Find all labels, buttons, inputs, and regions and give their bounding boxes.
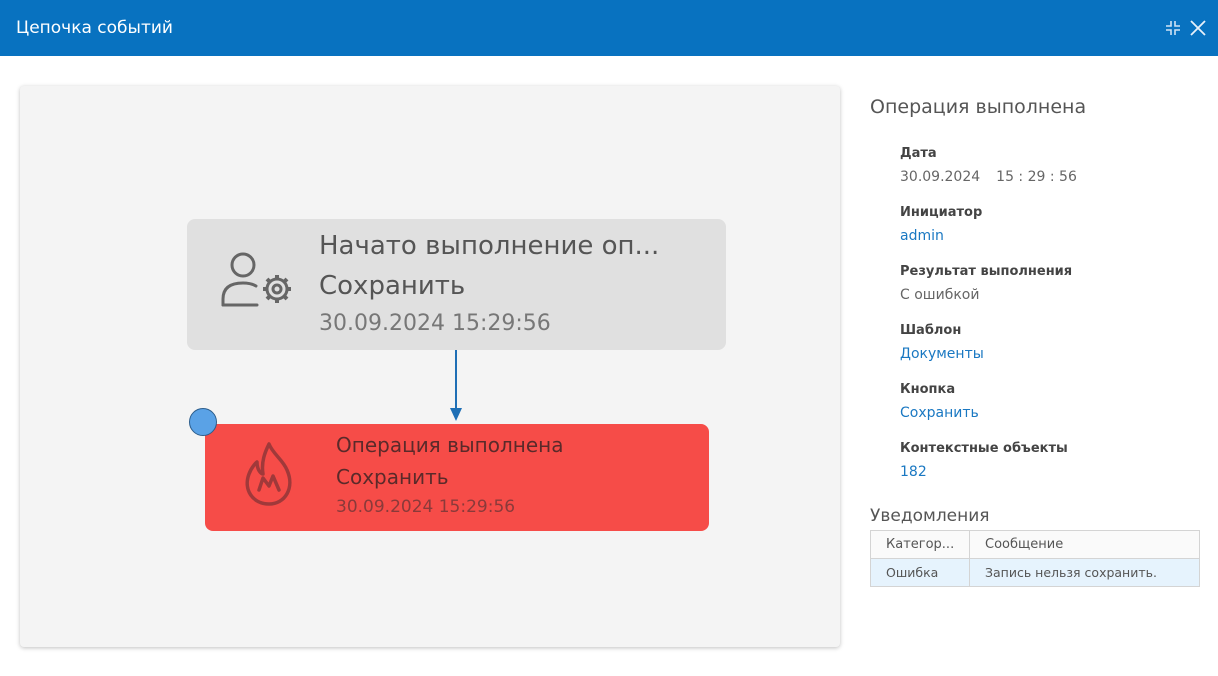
initiator-link[interactable]: admin (900, 228, 982, 244)
prop-label: Шаблон (900, 323, 962, 338)
collapse-icon[interactable] (1163, 18, 1183, 38)
window-titlebar: Цепочка событий (0, 0, 1218, 56)
column-header-category[interactable]: Категор... (870, 530, 970, 559)
prop-label: Инициатор (900, 205, 983, 220)
user-gear-icon (219, 249, 299, 313)
prop-value: 30.09.2024 15 : 29 : 56 (900, 169, 1077, 185)
prop-label: Дата (900, 146, 937, 161)
fire-icon (239, 440, 299, 508)
event-node-title: Операция выполнена (336, 433, 564, 457)
prop-result: Результат выполнения С ошибкой (900, 264, 1072, 303)
button-link[interactable]: Сохранить (900, 405, 979, 421)
window-title: Цепочка событий (16, 18, 173, 38)
event-node-result[interactable]: Операция выполнена Сохранить 30.09.2024 … (205, 424, 709, 531)
time-value: 15 : 29 : 56 (996, 169, 1077, 185)
event-node-action: Сохранить (319, 271, 466, 301)
details-title: Операция выполнена (870, 96, 1087, 118)
event-node-start[interactable]: Начато выполнение оп... Сохранить 30.09.… (187, 219, 726, 350)
prop-context: Контекстные объекты 182 (900, 441, 1068, 480)
prop-label: Контекстные объекты (900, 441, 1068, 456)
event-chain-canvas[interactable]: Начато выполнение оп... Сохранить 30.09.… (20, 86, 840, 647)
column-header-message[interactable]: Сообщение (969, 530, 1200, 559)
prop-initiator: Инициатор admin (900, 205, 982, 244)
event-node-datetime: 30.09.2024 15:29:56 (319, 311, 551, 336)
chain-connector-arrow (448, 350, 468, 424)
selected-node-marker[interactable] (189, 408, 217, 436)
event-node-action: Сохранить (336, 465, 449, 489)
table-row[interactable]: Ошибка Запись нельзя сохранить. (870, 558, 1200, 587)
notifications-table: Категор... Сообщение Ошибка Запись нельз… (870, 530, 1200, 587)
result-value: С ошибкой (900, 287, 980, 303)
prop-date: Дата 30.09.2024 15 : 29 : 56 (900, 146, 1077, 185)
cell-category: Ошибка (870, 558, 970, 587)
context-link[interactable]: 182 (900, 464, 1068, 480)
cell-message: Запись нельзя сохранить. (969, 558, 1200, 587)
prop-label: Результат выполнения (900, 264, 1073, 279)
event-node-datetime: 30.09.2024 15:29:56 (336, 497, 516, 517)
prop-label: Кнопка (900, 382, 956, 397)
prop-button: Кнопка Сохранить (900, 382, 979, 421)
notifications-title: Уведомления (870, 506, 990, 526)
date-value: 30.09.2024 (900, 169, 981, 185)
event-details-panel: Операция выполнена Дата 30.09.2024 15 : 2… (870, 96, 1200, 587)
prop-template: Шаблон Документы (900, 323, 984, 362)
event-node-title: Начато выполнение оп... (319, 231, 660, 261)
table-header-row: Категор... Сообщение (870, 530, 1200, 559)
close-icon[interactable] (1188, 18, 1208, 38)
template-link[interactable]: Документы (900, 346, 984, 362)
